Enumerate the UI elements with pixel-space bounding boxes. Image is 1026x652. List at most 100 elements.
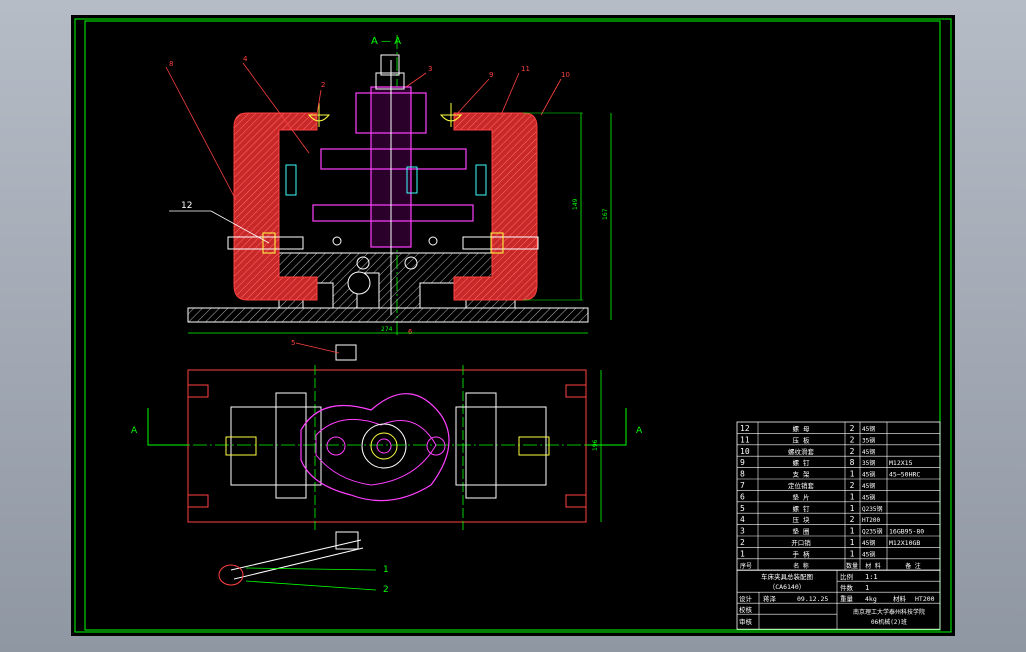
bom-note: 45~50HRC bbox=[889, 471, 920, 479]
bom-name: 支 架 bbox=[793, 470, 810, 479]
weight-value: 4kg bbox=[865, 595, 877, 603]
callout-3: 3 bbox=[428, 65, 432, 73]
bom-qty: 1 bbox=[850, 527, 855, 536]
bom-name: 螺 钉 bbox=[793, 504, 810, 513]
bom-no: 7 bbox=[740, 481, 745, 490]
bom-name: 垫 圈 bbox=[793, 527, 810, 536]
plan-outline bbox=[187, 369, 587, 523]
bom-note: M12X10GB bbox=[889, 539, 920, 547]
bom-material: 45钢 bbox=[862, 425, 875, 433]
callout-12: 12 bbox=[181, 201, 192, 211]
bom-no: 2 bbox=[740, 538, 745, 547]
bom-no: 12 bbox=[740, 424, 750, 433]
school-name: 南京理工大学泰州科技学院 bbox=[853, 608, 925, 616]
bom-qty: 2 bbox=[850, 447, 855, 456]
bom-no: 4 bbox=[740, 515, 745, 524]
bom-name: 压 板 bbox=[793, 435, 810, 444]
bom-qty: 2 bbox=[850, 515, 855, 524]
bom-qty: 1 bbox=[850, 470, 855, 479]
bom-no: 8 bbox=[740, 470, 745, 479]
section-view: A — A 8 4 2 3 9 11 10 12 6 274 149 167 bbox=[165, 35, 612, 336]
bom-name: 定位销套 bbox=[788, 481, 815, 490]
bom-note: 16GB95-80 bbox=[889, 528, 924, 536]
bom-no: 9 bbox=[740, 458, 745, 467]
bom-no: 10 bbox=[740, 447, 750, 456]
callout-9: 9 bbox=[489, 71, 493, 79]
bom-name: 手 柄 bbox=[793, 549, 810, 558]
callout-8: 8 bbox=[169, 60, 173, 68]
bom-name: 螺 母 bbox=[793, 424, 810, 433]
bom-qty: 8 bbox=[850, 458, 855, 467]
bom-material: 45钢 bbox=[862, 482, 875, 490]
bom-note: M12X15 bbox=[889, 459, 913, 467]
handle: 1 2 bbox=[218, 531, 389, 595]
bom-header-no: 序号 bbox=[740, 562, 752, 570]
plan-view: 5 A A 196 1 2 bbox=[131, 339, 643, 595]
bom-header-name: 名 称 bbox=[793, 562, 809, 570]
bom-header-qty: 数量 bbox=[846, 562, 858, 570]
reviewer-label: 审核 bbox=[739, 617, 753, 626]
bom-qty: 1 bbox=[850, 538, 855, 547]
material-value: HT200 bbox=[915, 595, 935, 603]
view-marker-right: A bbox=[636, 426, 643, 436]
bom-no: 11 bbox=[740, 435, 750, 444]
checker-label: 校核 bbox=[739, 605, 753, 614]
spindle-circle bbox=[361, 423, 407, 469]
bom-material: Q235钢 bbox=[862, 528, 882, 536]
view-marker-left: A bbox=[131, 426, 138, 436]
bom-header-note: 备 注 bbox=[905, 562, 921, 570]
bom-name: 螺 钉 bbox=[793, 458, 810, 467]
bom-material: 45钢 bbox=[862, 448, 875, 456]
callout-11: 11 bbox=[521, 65, 530, 73]
bom-name: 开口销 bbox=[791, 538, 811, 547]
dim-width: 274 bbox=[381, 326, 393, 333]
bom-no: 6 bbox=[740, 492, 745, 501]
scale-label: 比例 bbox=[840, 572, 853, 581]
bom-material: 35钢 bbox=[862, 436, 875, 444]
bom-name: 螺纹滑套 bbox=[788, 447, 815, 456]
dim-height-outer: 167 bbox=[602, 208, 609, 220]
outer-frame bbox=[74, 18, 952, 633]
dim-height-inner: 149 bbox=[572, 198, 579, 210]
callout-2b: 2 bbox=[383, 585, 389, 595]
callout-10: 10 bbox=[561, 71, 570, 79]
designer-name: 蒋泽 bbox=[763, 594, 777, 603]
cad-canvas[interactable]: A — A 8 4 2 3 9 11 10 12 6 274 149 167 5… bbox=[71, 15, 955, 636]
drawing-title: 车床夹具总装配图 bbox=[761, 572, 813, 581]
bom-material: 45钢 bbox=[862, 550, 875, 558]
callout-5: 5 bbox=[291, 339, 295, 347]
bom-no: 1 bbox=[740, 549, 745, 558]
drawing-subtitle: （CA6140） bbox=[769, 583, 805, 591]
bom-qty: 2 bbox=[850, 435, 855, 444]
bom-qty: 1 bbox=[850, 504, 855, 513]
weight-label: 重量 bbox=[840, 595, 854, 603]
bom-material: 45钢 bbox=[862, 539, 875, 547]
count-value: 1 bbox=[865, 584, 869, 592]
inner-frame bbox=[84, 20, 941, 631]
scale-value: 1:1 bbox=[865, 573, 878, 581]
bom-material: 35钢 bbox=[862, 459, 875, 467]
bom-material: Q235钢 bbox=[862, 505, 882, 513]
callout-2: 2 bbox=[321, 81, 325, 89]
base-plate bbox=[187, 307, 589, 323]
bom-qty: 1 bbox=[850, 492, 855, 501]
callout-4: 4 bbox=[243, 55, 248, 63]
bom-no: 3 bbox=[740, 527, 745, 536]
designer-label: 设计 bbox=[739, 594, 753, 603]
count-label: 件数 bbox=[840, 583, 854, 592]
bom-material: 45钢 bbox=[862, 471, 875, 479]
bom-qty: 1 bbox=[850, 549, 855, 558]
bom-name: 垫 片 bbox=[793, 492, 810, 501]
callout-6: 6 bbox=[408, 328, 413, 336]
dim-plan: 196 bbox=[592, 439, 599, 451]
bom-no: 5 bbox=[740, 504, 745, 513]
bom-header-material: 材 料 bbox=[865, 562, 881, 570]
callout-1: 1 bbox=[383, 565, 389, 575]
class-id: 06机械(2)班 bbox=[871, 618, 907, 626]
bom-name: 压 块 bbox=[793, 515, 810, 524]
bom-material: HT200 bbox=[862, 517, 880, 524]
bill-of-materials: 12 螺 母 2 45钢11 压 板 2 35钢10 螺纹滑套 2 45钢9 螺 钉 8 35钢 M12X… bbox=[736, 421, 941, 630]
design-date: 09.12.25 bbox=[797, 595, 828, 603]
bom-qty: 2 bbox=[850, 424, 855, 433]
material-label: 材料 bbox=[893, 594, 907, 603]
